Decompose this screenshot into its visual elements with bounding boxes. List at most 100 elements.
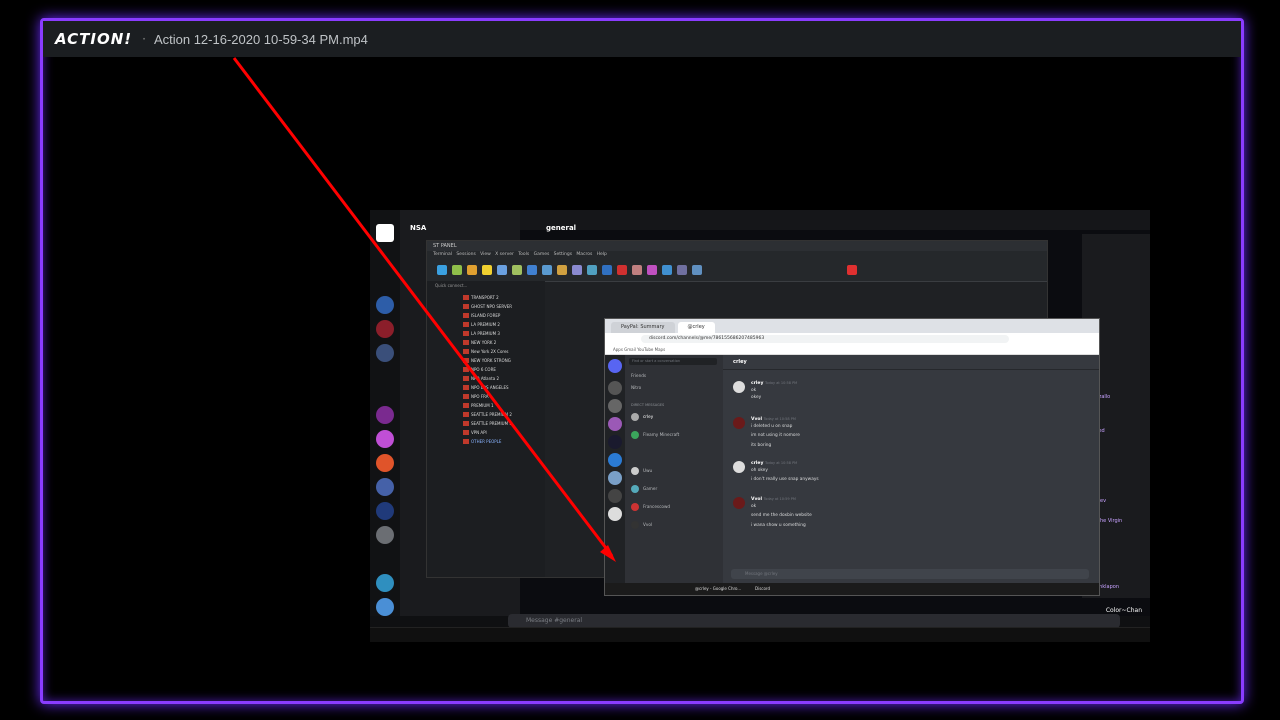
- avatar: [733, 497, 745, 509]
- server-icon[interactable]: [376, 454, 394, 472]
- menu-item[interactable]: Games: [534, 252, 550, 257]
- session-item[interactable]: LA PREMIUM 2: [463, 322, 500, 327]
- tab-discord[interactable]: @crley: [677, 322, 715, 333]
- server-icon[interactable]: [608, 507, 622, 521]
- games-tool-icon[interactable]: [482, 265, 492, 275]
- user-card-name[interactable]: Color~Chan: [1106, 607, 1142, 614]
- session-item[interactable]: NPO 6 CORE: [463, 367, 496, 372]
- menu-item[interactable]: Settings: [554, 252, 572, 257]
- server-icon[interactable]: [608, 399, 622, 413]
- menu-item[interactable]: Sessions: [456, 252, 476, 257]
- tunneling-tool-icon[interactable]: [557, 265, 567, 275]
- session-item[interactable]: NPO Atlanta 2: [463, 376, 499, 381]
- avatar: [631, 521, 639, 529]
- fullscreen-tool-icon[interactable]: [647, 265, 657, 275]
- server-icon[interactable]: [608, 471, 622, 485]
- exit-tool-icon[interactable]: [847, 265, 857, 275]
- taskbar-app[interactable]: @crley - Google Chro...: [695, 583, 741, 595]
- server-icon[interactable]: [376, 344, 394, 362]
- servers-tool-icon[interactable]: [452, 265, 462, 275]
- server-icon[interactable]: [376, 224, 394, 242]
- session-tool-icon[interactable]: [437, 265, 447, 275]
- chrome-window: PayPal: Summary @crley discord.com/chann…: [604, 318, 1100, 596]
- split-tool-icon[interactable]: [527, 265, 537, 275]
- dm-search[interactable]: Find or start a conversation: [629, 358, 717, 365]
- menu-item[interactable]: Terminal: [433, 252, 452, 257]
- message-author: Vvol Today at 10:58 PM: [751, 417, 796, 422]
- packages-tool-icon[interactable]: [572, 265, 582, 275]
- sessions-tool-icon[interactable]: [497, 265, 507, 275]
- tray-tool-icon[interactable]: [692, 265, 702, 275]
- message-author: Vvol Today at 10:59 PM: [751, 497, 796, 502]
- video-content: NSA general Fredzallo Forced spodev Is |…: [370, 210, 1150, 642]
- server-icon[interactable]: [376, 320, 394, 338]
- session-item[interactable]: NPO LOS ANGELES: [463, 385, 509, 390]
- dm-header: crley: [723, 355, 1099, 370]
- menu-item[interactable]: Macros: [576, 252, 592, 257]
- quick-connect[interactable]: Quick connect...: [435, 283, 467, 288]
- server-icon[interactable]: [376, 598, 394, 616]
- session-item[interactable]: SEATTLE PREMIUM 2: [463, 412, 512, 417]
- dm-item[interactable]: Fleamy Minecraft: [631, 431, 679, 439]
- help-tool-icon[interactable]: [602, 265, 612, 275]
- settings-tool-icon[interactable]: [587, 265, 597, 275]
- tools-tool-icon[interactable]: [467, 265, 477, 275]
- server-icon[interactable]: [376, 406, 394, 424]
- session-item[interactable]: LA PREMIUM 3: [463, 331, 500, 336]
- menu-item[interactable]: X server: [495, 252, 514, 257]
- bookmarks-bar[interactable]: Apps Gmail YouTube Maps: [605, 345, 1099, 355]
- dm-item[interactable]: Vvol: [631, 521, 652, 529]
- server-icon[interactable]: [608, 417, 622, 431]
- dm-item[interactable]: Francescowd: [631, 503, 670, 511]
- dm-item[interactable]: Uwu: [631, 467, 652, 475]
- server-name[interactable]: NSA: [410, 224, 426, 232]
- discord-home-icon[interactable]: [608, 359, 622, 373]
- multiexec-tool-icon[interactable]: [542, 265, 552, 275]
- server-icon[interactable]: [376, 430, 394, 448]
- session-item[interactable]: GHOST NPO SERVER: [462, 304, 512, 309]
- menu-item[interactable]: View: [480, 252, 491, 257]
- session-item[interactable]: TRANSPORT 2: [463, 295, 499, 300]
- nav-nitro[interactable]: Nitro: [631, 385, 641, 390]
- menu-item[interactable]: Tools: [518, 252, 529, 257]
- detach-tool-icon[interactable]: [662, 265, 672, 275]
- avatar: [631, 467, 639, 475]
- session-item[interactable]: PREMIUM 1: [463, 403, 494, 408]
- action-logo: ACTION!: [55, 30, 133, 48]
- dm-message-input[interactable]: Message @crley: [731, 569, 1089, 579]
- view-tool-icon[interactable]: [512, 265, 522, 275]
- session-item[interactable]: SEATTLE PREMIUM 3: [463, 421, 512, 426]
- clone-tool-icon[interactable]: [617, 265, 627, 275]
- dm-item[interactable]: crley: [631, 413, 653, 421]
- moba-menu: Terminal Sessions View X server Tools Ga…: [427, 251, 1047, 259]
- tab-paypal[interactable]: PayPal: Summary: [611, 322, 675, 333]
- session-item[interactable]: NEW YORK 2: [462, 340, 496, 345]
- session-folder[interactable]: OTHER PEOPLE: [462, 439, 501, 444]
- server-icon[interactable]: [376, 478, 394, 496]
- save-tool-icon[interactable]: [632, 265, 642, 275]
- server-icon[interactable]: [376, 502, 394, 520]
- message-input[interactable]: Message #general: [508, 614, 1120, 628]
- session-item[interactable]: ISLAND FOREP: [462, 313, 500, 318]
- gettitle-tool-icon[interactable]: [677, 265, 687, 275]
- session-item[interactable]: NEW YORK STRONG: [463, 358, 511, 363]
- address-bar[interactable]: discord.com/channels/@me/786155686207485…: [641, 335, 1009, 343]
- message-line: its boring: [751, 443, 772, 448]
- server-icon[interactable]: [608, 435, 622, 449]
- taskbar-app[interactable]: Discord: [755, 583, 770, 595]
- nav-friends[interactable]: Friends: [631, 373, 646, 378]
- session-item[interactable]: New York 2X Cores: [463, 349, 509, 354]
- moba-toolbar: [427, 259, 1047, 282]
- server-icon[interactable]: [608, 453, 622, 467]
- server-icon[interactable]: [376, 296, 394, 314]
- server-icon[interactable]: [376, 574, 394, 592]
- server-icon[interactable]: [608, 381, 622, 395]
- server-icon[interactable]: [608, 489, 622, 503]
- dm-item[interactable]: Gamer: [631, 485, 657, 493]
- server-icon[interactable]: [376, 526, 394, 544]
- menu-item[interactable]: Help: [597, 252, 607, 257]
- message-line: okey: [751, 395, 762, 400]
- session-item[interactable]: NPO FRA: [462, 394, 488, 399]
- dm-name: crley: [643, 414, 654, 419]
- session-item[interactable]: VPN API: [463, 430, 487, 435]
